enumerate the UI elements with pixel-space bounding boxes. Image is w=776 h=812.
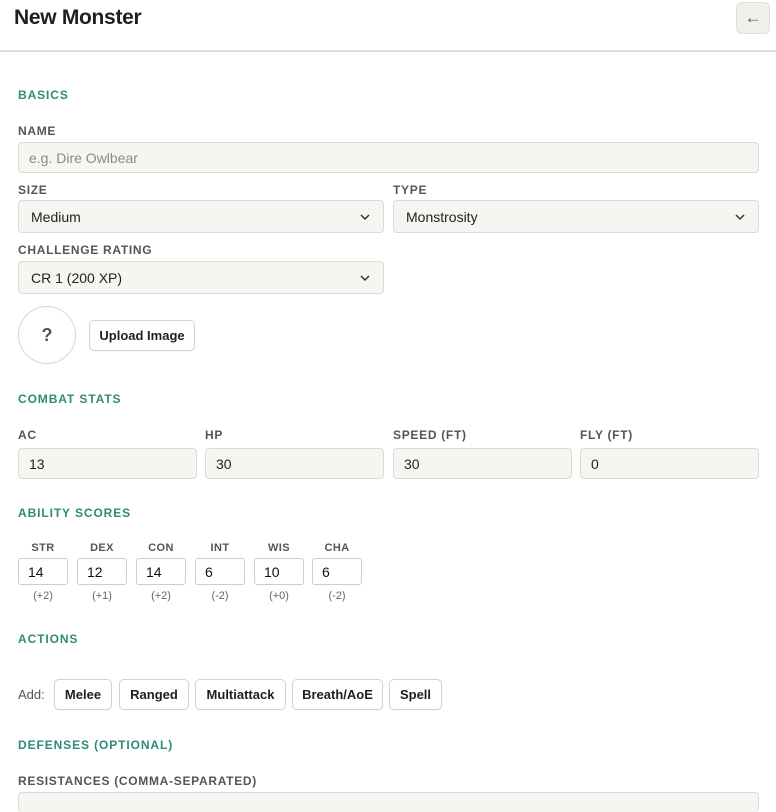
ability-value-int: 6 — [205, 563, 213, 580]
ability-mod-dex: (+1) — [92, 590, 112, 602]
ability-mod-cha: (-2) — [328, 590, 346, 602]
add-spell-button[interactable]: Spell — [389, 679, 442, 710]
ability-value-wis: 10 — [264, 563, 280, 580]
ability-mod-int: (-2) — [211, 590, 229, 602]
ability-mod-con: (+2) — [151, 590, 171, 602]
add-ranged-button[interactable]: Ranged — [119, 679, 189, 710]
ability-input-cha[interactable]: 6 — [312, 558, 362, 585]
chevron-down-icon — [735, 213, 745, 220]
hp-input[interactable]: 30 — [205, 448, 384, 479]
ability-label-con: CON — [148, 542, 174, 554]
name-input[interactable]: e.g. Dire Owlbear — [18, 142, 759, 173]
type-select[interactable]: Monstrosity — [393, 200, 759, 233]
size-value: Medium — [31, 208, 81, 225]
ability-label-wis: WIS — [268, 542, 290, 554]
ability-label-int: INT — [210, 542, 230, 554]
add-melee-button[interactable]: Melee — [54, 679, 112, 710]
ac-input[interactable]: 13 — [18, 448, 197, 479]
ability-input-dex[interactable]: 12 — [77, 558, 127, 585]
ability-value-cha: 6 — [322, 563, 330, 580]
add-action-label: Add: — [18, 687, 45, 702]
type-label: TYPE — [393, 183, 428, 197]
upload-image-button[interactable]: Upload Image — [89, 320, 195, 351]
challenge-rating-label: CHALLENGE RATING — [18, 243, 153, 257]
ability-label-str: STR — [31, 542, 55, 554]
ability-label-dex: DEX — [90, 542, 114, 554]
hp-label: HP — [205, 428, 224, 442]
ability-input-int[interactable]: 6 — [195, 558, 245, 585]
section-title-ability-scores: ABILITY SCORES — [18, 506, 132, 520]
fly-label: FLY (FT) — [580, 428, 633, 442]
ability-value-dex: 12 — [87, 563, 103, 580]
ac-label: AC — [18, 428, 37, 442]
page-title: New Monster — [14, 6, 142, 29]
ability-value-str: 14 — [28, 563, 44, 580]
speed-input[interactable]: 30 — [393, 448, 572, 479]
add-multiattack-button[interactable]: Multiattack — [195, 679, 286, 710]
back-button[interactable]: ← — [736, 2, 770, 34]
size-select[interactable]: Medium — [18, 200, 384, 233]
question-mark-icon: ? — [41, 324, 53, 345]
monster-image-placeholder: ? — [18, 306, 76, 364]
challenge-rating-select[interactable]: CR 1 (200 XP) — [18, 261, 384, 294]
ac-value: 13 — [29, 455, 45, 472]
fly-input[interactable]: 0 — [580, 448, 759, 479]
section-title-basics: BASICS — [18, 88, 69, 102]
challenge-rating-value: CR 1 (200 XP) — [31, 269, 123, 286]
add-breath-aoe-button[interactable]: Breath/AoE — [292, 679, 383, 710]
speed-value: 30 — [404, 455, 420, 472]
name-placeholder: e.g. Dire Owlbear — [29, 149, 138, 166]
ability-mod-str: (+2) — [33, 590, 53, 602]
chevron-down-icon — [360, 213, 370, 220]
hp-value: 30 — [216, 455, 232, 472]
size-label: SIZE — [18, 183, 48, 197]
section-title-defenses: DEFENSES (OPTIONAL) — [18, 738, 174, 752]
ability-label-cha: CHA — [324, 542, 350, 554]
ability-mod-wis: (+0) — [269, 590, 289, 602]
name-label: NAME — [18, 124, 57, 138]
ability-input-str[interactable]: 14 — [18, 558, 68, 585]
fly-value: 0 — [591, 455, 599, 472]
resistances-input[interactable] — [18, 792, 759, 812]
resistances-label: RESISTANCES (COMMA-SEPARATED) — [18, 774, 257, 788]
ability-value-con: 14 — [146, 563, 162, 580]
arrow-left-icon: ← — [744, 8, 762, 27]
ability-input-con[interactable]: 14 — [136, 558, 186, 585]
type-value: Monstrosity — [406, 208, 478, 225]
speed-label: SPEED (FT) — [393, 428, 467, 442]
section-title-actions: ACTIONS — [18, 632, 79, 646]
ability-input-wis[interactable]: 10 — [254, 558, 304, 585]
section-title-combat-stats: COMBAT STATS — [18, 392, 122, 406]
chevron-down-icon — [360, 274, 370, 281]
page-header: New Monster ← — [0, 0, 776, 52]
